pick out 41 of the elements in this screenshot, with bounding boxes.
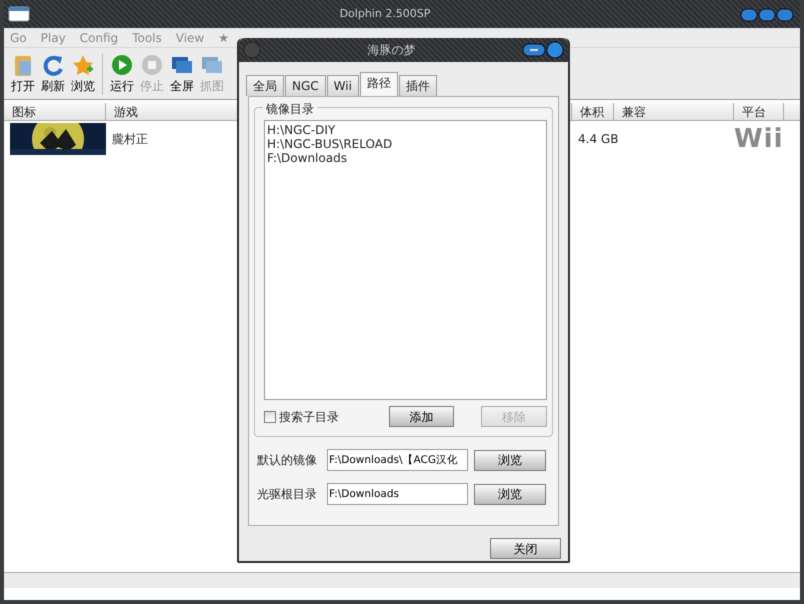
window-controls[interactable] (740, 8, 796, 22)
minimize-button[interactable] (522, 43, 546, 57)
field-label: 光驱根目录 (257, 486, 318, 503)
tab[interactable]: NGC (285, 75, 326, 96)
tab[interactable]: Wii (326, 75, 359, 96)
path-item[interactable]: H:\NGC-BUS\RELOAD (267, 137, 544, 151)
tab[interactable]: 插件 (398, 75, 437, 96)
close-button[interactable]: 关闭 (490, 538, 561, 559)
input-field[interactable]: F:\Downloads\【ACG汉化 (327, 449, 468, 471)
window-title: Dolphin 2.500SP (338, 6, 432, 22)
browse-button[interactable]: 浏览 (474, 484, 546, 504)
close-button[interactable] (546, 41, 564, 59)
game-size: 4.4 GB (577, 131, 620, 148)
path-item[interactable]: H:\NGC-DIY (267, 123, 544, 137)
field-label: 默认的镜像 (257, 452, 318, 469)
column-header[interactable]: 兼容 (614, 103, 734, 120)
column-header[interactable]: 平台 (734, 103, 784, 120)
path-list[interactable]: H:\NGC-DIY H:\NGC-BUS\RELOAD F:\Downloads (264, 120, 547, 400)
game-title: 朧村正 (112, 131, 149, 148)
toolbar-button[interactable]: 运行 (107, 52, 137, 94)
toolbar-button[interactable]: 全屏 (167, 52, 197, 94)
window-icon (243, 41, 261, 59)
star-icon (71, 52, 95, 76)
input-field[interactable]: F:\Downloads (327, 483, 468, 505)
window-icon (8, 5, 30, 24)
dialog-title: 海豚の梦 (366, 42, 416, 59)
dialog-button[interactable]: 添加 (388, 406, 454, 427)
group-title: 镜像目录 (263, 100, 317, 118)
platform-logo: Wii (734, 122, 784, 156)
stop-icon (140, 52, 164, 76)
column-header[interactable]: 体积 (572, 103, 614, 120)
play-icon (110, 52, 134, 76)
toolbar-button[interactable]: 浏览 (68, 52, 98, 94)
toolbar-button[interactable]: 刷新 (38, 52, 68, 94)
tab[interactable]: 路径 (360, 72, 398, 96)
browse-button[interactable]: 浏览 (474, 450, 546, 470)
toolbar-button[interactable]: 打开 (8, 52, 38, 94)
tab[interactable]: 全局 (246, 75, 284, 96)
path-item[interactable]: F:\Downloads (267, 151, 544, 165)
search-subdirs-checkbox[interactable]: 搜索子目录 (264, 408, 389, 426)
column-header[interactable]: 图标 (4, 103, 106, 120)
